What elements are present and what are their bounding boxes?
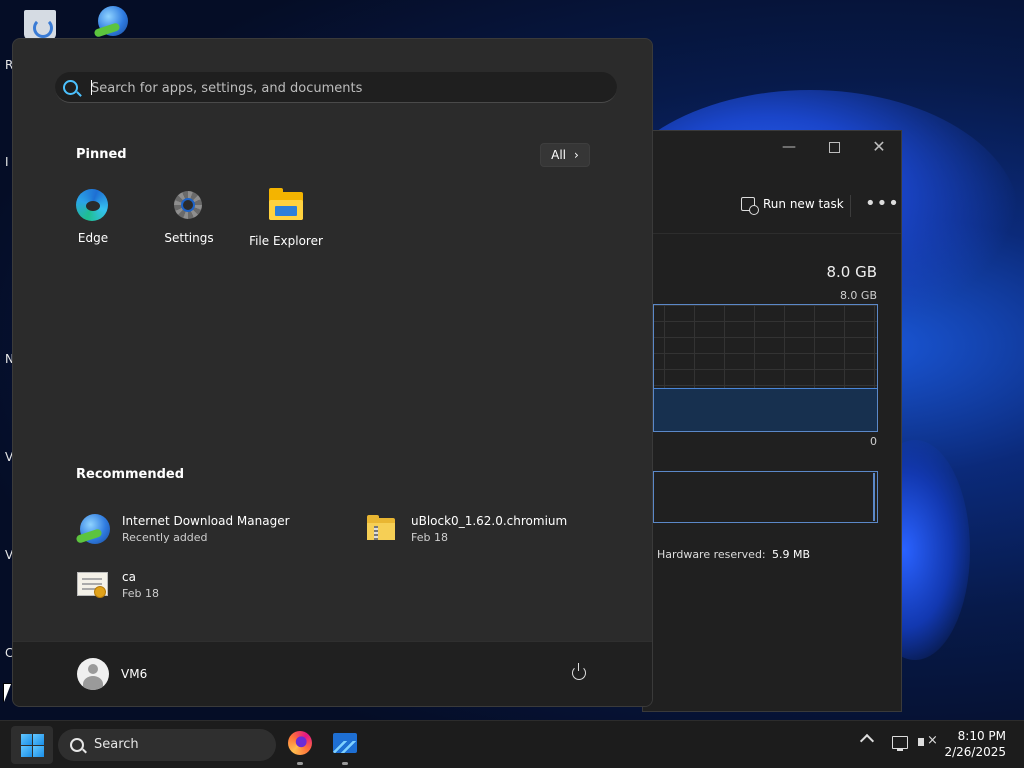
running-indicator	[342, 762, 348, 765]
taskbar-search[interactable]: Search	[58, 729, 276, 761]
pinned-app-label: File Explorer	[249, 234, 323, 248]
network-icon[interactable]	[892, 736, 908, 751]
graph-max-label: 8.0 GB	[839, 289, 877, 302]
running-indicator	[297, 762, 303, 765]
windows-logo-icon	[21, 734, 44, 757]
recommended-item-subtitle: Recently added	[122, 531, 208, 544]
mouse-cursor-icon	[3, 683, 12, 703]
volume-muted-icon[interactable]	[918, 733, 938, 748]
start-menu-footer: VM6	[13, 641, 652, 706]
recommended-item-subtitle: Feb 18	[411, 531, 448, 544]
graph-min-label: 0	[870, 435, 877, 448]
pinned-app-label: Edge	[77, 231, 109, 245]
power-icon[interactable]	[572, 663, 586, 680]
hardware-reserved-value: 5.9 MB	[772, 548, 811, 561]
hardware-reserved-label: Hardware reserved:	[657, 548, 766, 561]
run-task-icon	[741, 197, 759, 215]
recommended-item-ca[interactable]: ca Feb 18	[76, 568, 159, 602]
memory-total: 8.0 GB	[826, 263, 877, 281]
taskbar-search-label: Search	[94, 737, 139, 752]
text-caret	[91, 80, 92, 95]
desktop-label-fragment: I	[5, 155, 9, 169]
user-name[interactable]: VM6	[121, 667, 147, 681]
start-search-input[interactable]	[89, 72, 593, 104]
task-manager-toolbar: Run new task •••	[643, 179, 901, 234]
search-icon	[70, 738, 84, 752]
recommended-item-ublock[interactable]: uBlock0_1.62.0.chromium Feb 18	[365, 512, 567, 546]
user-avatar[interactable]	[77, 658, 109, 690]
minimize-button[interactable]: —	[779, 137, 799, 157]
firefox-icon[interactable]	[288, 731, 312, 755]
chevron-up-icon[interactable]	[859, 733, 875, 749]
task-manager-window[interactable]: — ✕ Run new task ••• 8.0 GB 8.0 GB 0 Har…	[642, 130, 902, 712]
taskbar: Search 8:10 PM 2/26/2025	[0, 720, 1024, 768]
edge-icon	[76, 189, 108, 221]
pinned-heading: Pinned	[76, 147, 127, 162]
run-new-task-button[interactable]: Run new task	[741, 197, 844, 215]
memory-usage-fill	[654, 388, 877, 431]
task-manager-icon[interactable]	[333, 733, 357, 753]
all-apps-button[interactable]: All ›	[540, 143, 590, 167]
start-search-box[interactable]	[55, 72, 617, 104]
recommended-item-name: uBlock0_1.62.0.chromium	[411, 514, 568, 528]
recommended-item-name: Internet Download Manager	[122, 514, 290, 528]
pinned-app-file-explorer[interactable]: File Explorer	[241, 188, 331, 248]
recommended-item-subtitle: Feb 18	[122, 587, 159, 600]
all-apps-label: All	[551, 148, 567, 162]
run-new-task-label: Run new task	[763, 197, 844, 211]
search-icon	[63, 80, 78, 95]
more-options-button[interactable]: •••	[865, 193, 900, 214]
toolbar-divider	[850, 195, 851, 217]
maximize-button[interactable]	[824, 137, 844, 157]
recommended-heading: Recommended	[76, 467, 185, 482]
start-menu: Pinned All › Edge Settings File Explorer…	[12, 38, 653, 707]
clock-date: 2/26/2025	[944, 745, 1006, 759]
pinned-app-label: Settings	[164, 231, 214, 245]
window-titlebar[interactable]: — ✕	[643, 131, 901, 163]
system-clock[interactable]: 8:10 PM 2/26/2025	[944, 728, 1006, 760]
zip-folder-icon	[365, 512, 399, 546]
pinned-app-edge[interactable]: Edge	[48, 189, 138, 245]
close-button[interactable]: ✕	[869, 137, 889, 157]
clock-time: 8:10 PM	[957, 729, 1006, 743]
pinned-app-settings[interactable]: Settings	[144, 189, 234, 245]
recommended-item-name: ca	[122, 570, 136, 584]
memory-composition-bar[interactable]	[653, 471, 878, 523]
folder-icon	[269, 188, 303, 220]
gear-icon	[172, 189, 204, 221]
chevron-right-icon: ›	[574, 148, 579, 162]
idm-icon	[75, 512, 110, 546]
memory-usage-graph	[653, 304, 878, 432]
recommended-item-idm[interactable]: Internet Download Manager Recently added	[75, 512, 290, 546]
start-button[interactable]	[11, 726, 53, 764]
certificate-icon	[76, 568, 110, 602]
